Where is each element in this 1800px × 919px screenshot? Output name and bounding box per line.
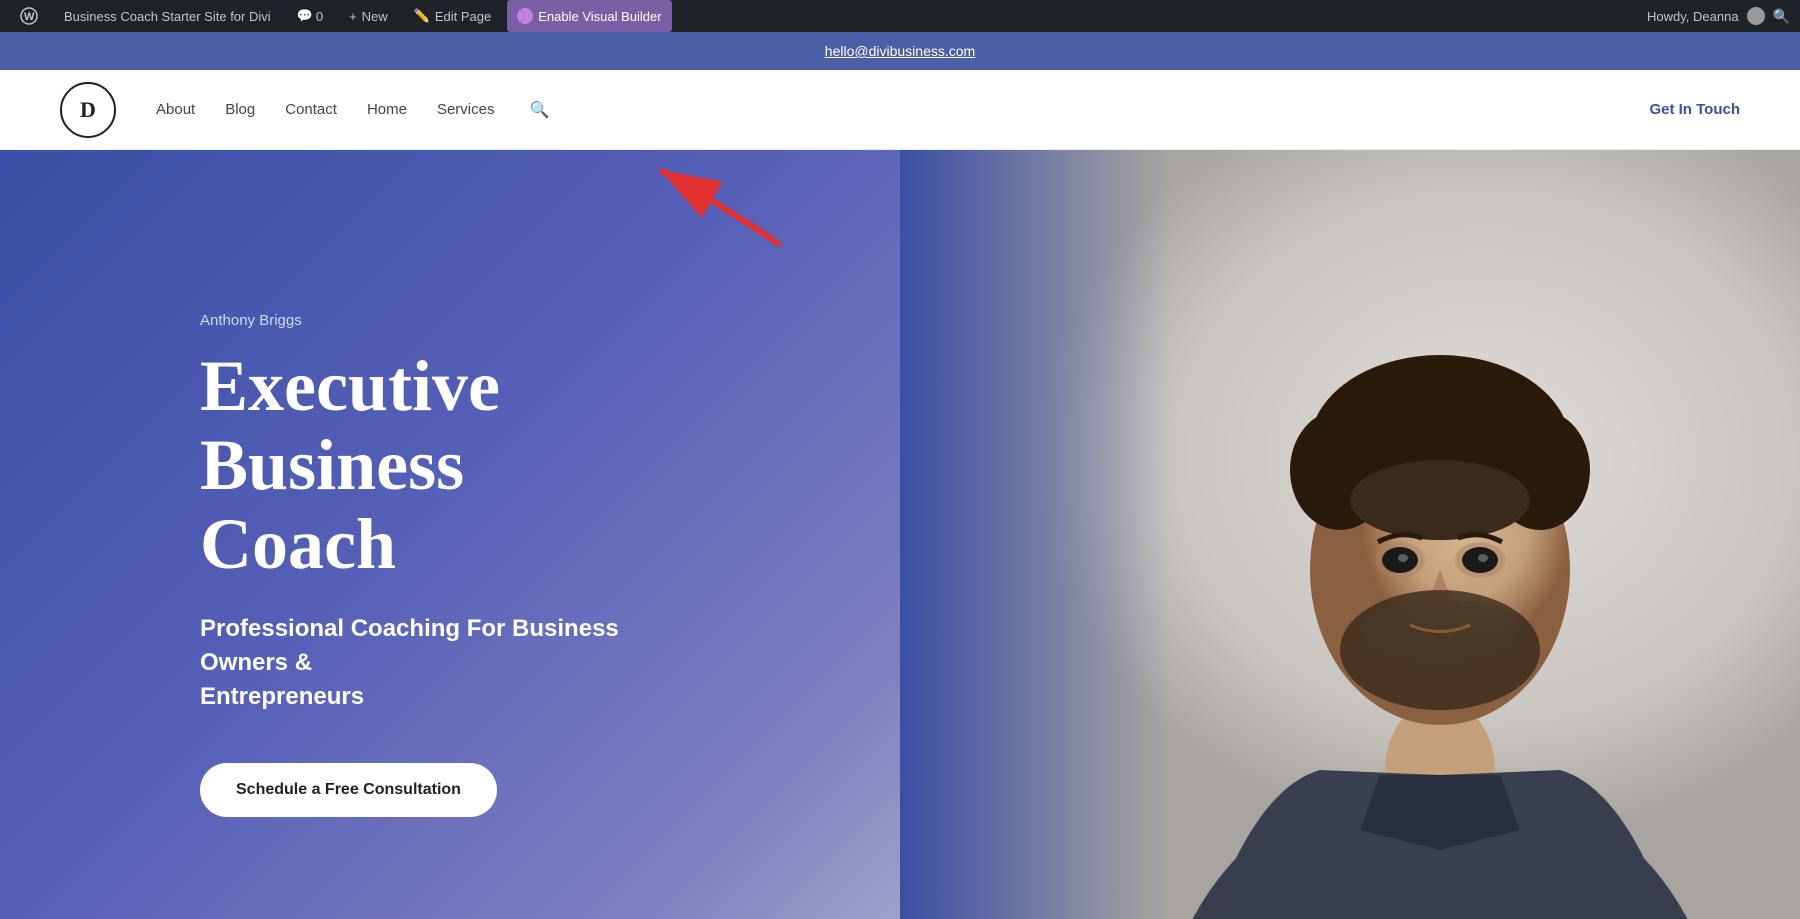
- edit-label: Edit Page: [435, 9, 491, 24]
- edit-icon: ✏️: [414, 8, 430, 24]
- nav-item-home[interactable]: Home: [367, 101, 407, 119]
- hero-section: Anthony Briggs Executive Business Coach …: [0, 150, 1800, 919]
- site-logo[interactable]: D: [60, 82, 116, 138]
- new-label: New: [362, 9, 388, 24]
- hero-title-line1: Executive Business: [200, 346, 500, 505]
- comment-bubble: 💬 0: [297, 8, 323, 24]
- hero-person-image: [900, 150, 1800, 919]
- nav-search-icon[interactable]: 🔍: [529, 102, 549, 119]
- hero-subtitle: Professional Coaching For Business Owner…: [200, 612, 700, 713]
- nav-item-blog[interactable]: Blog: [225, 101, 255, 119]
- nav-item-services[interactable]: Services: [437, 101, 495, 119]
- hero-content: Anthony Briggs Executive Business Coach …: [0, 252, 700, 817]
- nav-link-about[interactable]: About: [156, 101, 195, 118]
- nav-search-item[interactable]: 🔍: [524, 100, 549, 120]
- admin-bar-right: Howdy, Deanna 🔍: [1647, 7, 1790, 25]
- new-content-link[interactable]: + New: [339, 0, 398, 32]
- nav-link-blog[interactable]: Blog: [225, 101, 255, 118]
- hero-cta-button[interactable]: Schedule a Free Consultation: [200, 763, 497, 817]
- plus-icon: +: [349, 9, 357, 24]
- comment-count: 0: [316, 9, 323, 24]
- nav-link-services[interactable]: Services: [437, 101, 495, 118]
- info-bar: hello@divibusiness.com: [0, 32, 1800, 70]
- user-avatar: [1747, 7, 1765, 25]
- nav-link-home[interactable]: Home: [367, 101, 407, 118]
- svg-text:W: W: [24, 11, 35, 23]
- admin-search-icon[interactable]: 🔍: [1773, 8, 1790, 25]
- nav-item-about[interactable]: About: [156, 101, 195, 119]
- logo-letter: D: [80, 97, 96, 123]
- wp-logo-link[interactable]: W: [10, 0, 48, 32]
- site-name-link[interactable]: Business Coach Starter Site for Divi: [54, 0, 281, 32]
- hero-title-line2: Coach: [200, 504, 396, 584]
- nav-links: About Blog Contact Home Services 🔍: [156, 100, 1649, 120]
- person-svg: [900, 150, 1800, 919]
- comments-link[interactable]: 💬 0: [287, 0, 333, 32]
- enable-vb-button[interactable]: Enable Visual Builder: [507, 0, 671, 32]
- arrow-annotation: [580, 150, 780, 230]
- nav-cta-button[interactable]: Get In Touch: [1649, 101, 1740, 118]
- hero-title: Executive Business Coach: [200, 347, 700, 585]
- wordpress-icon: W: [20, 7, 38, 25]
- vb-label: Enable Visual Builder: [538, 9, 661, 24]
- main-nav: D About Blog Contact Home Services 🔍 Get…: [0, 70, 1800, 150]
- comment-icon: 💬: [297, 8, 313, 24]
- edit-page-link[interactable]: ✏️ Edit Page: [404, 0, 502, 32]
- site-name-text: Business Coach Starter Site for Divi: [64, 9, 271, 24]
- hero-author-name: Anthony Briggs: [200, 312, 700, 329]
- wp-admin-bar: W Business Coach Starter Site for Divi 💬…: [0, 0, 1800, 32]
- vb-icon: [517, 8, 533, 24]
- nav-item-contact[interactable]: Contact: [285, 101, 337, 119]
- email-link[interactable]: hello@divibusiness.com: [825, 43, 975, 59]
- nav-link-contact[interactable]: Contact: [285, 101, 337, 118]
- howdy-text: Howdy, Deanna: [1647, 9, 1739, 24]
